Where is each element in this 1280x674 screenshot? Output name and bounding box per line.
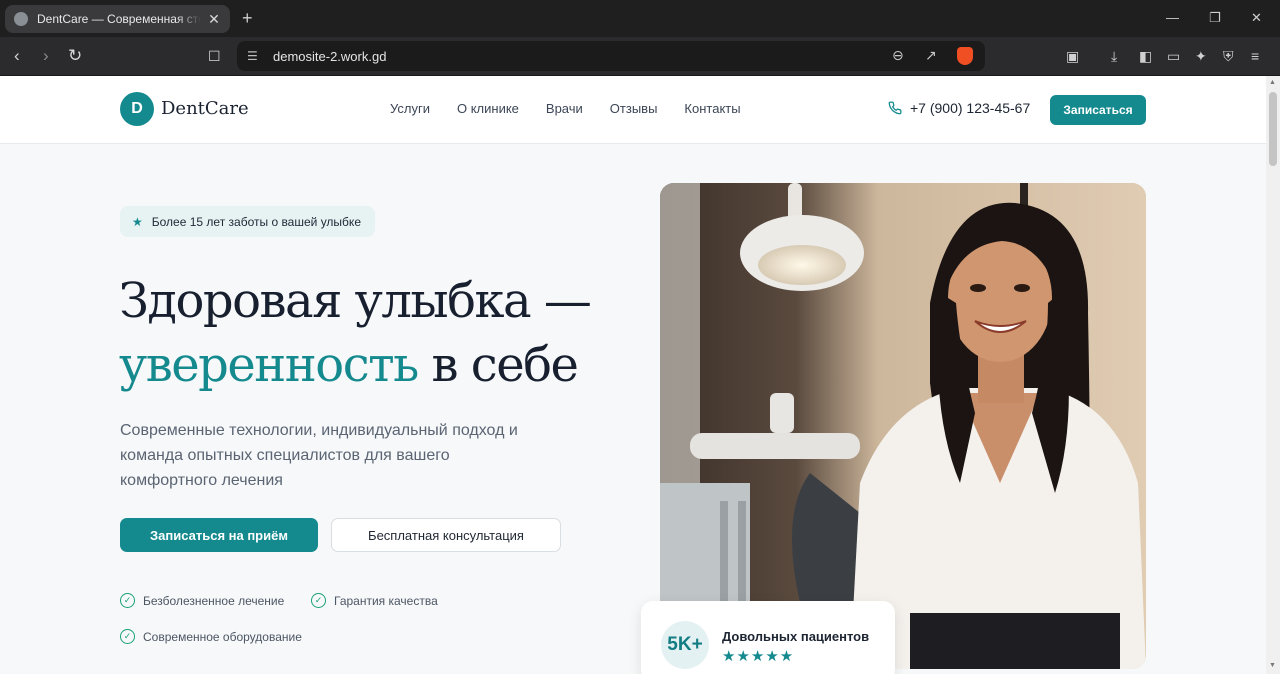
phone-icon: [888, 101, 902, 115]
logo-badge[interactable]: D: [120, 92, 154, 126]
leo-ai-icon[interactable]: ✦: [1195, 48, 1207, 64]
page-scrollbar[interactable]: ▲ ▼: [1266, 76, 1280, 674]
hero-title: Здоровая улыбка — уверенность в себе: [119, 269, 592, 397]
experience-badge-text: Более 15 лет заботы о вашей улыбке: [151, 214, 361, 229]
minimize-icon[interactable]: —: [1166, 10, 1179, 25]
globe-icon: [14, 12, 28, 26]
scroll-up-icon[interactable]: ▲: [1269, 79, 1276, 86]
share-icon[interactable]: ↗: [925, 47, 937, 64]
tab-title: DentCare — Современная стоматология: [37, 12, 201, 26]
zoom-icon[interactable]: ⊖: [892, 47, 904, 64]
star-icon: ★: [132, 214, 143, 229]
sidebar-icon[interactable]: ◧: [1139, 48, 1152, 64]
check-circle-icon: ✓: [311, 593, 326, 608]
phone-number: +7 (900) 123-45-67: [910, 100, 1031, 116]
feature-label: Безболезненное лечение: [143, 593, 285, 608]
hero-subtitle: Современные технологии, индивидуальный п…: [120, 422, 518, 489]
hero-title-rest: в себе: [417, 337, 579, 393]
patient-photo-illustration: [660, 183, 1146, 669]
nav-item-about[interactable]: О клинике: [457, 101, 519, 116]
check-circle-icon: ✓: [120, 593, 135, 608]
back-icon[interactable]: ‹: [14, 47, 20, 65]
experience-badge: ★ Более 15 лет заботы о вашей улыбке: [120, 206, 375, 237]
scroll-down-icon[interactable]: ▼: [1269, 662, 1276, 669]
menu-icon[interactable]: ≡: [1251, 48, 1259, 64]
tab-close-icon[interactable]: ✕: [207, 11, 221, 28]
new-tab-button[interactable]: +: [242, 8, 253, 28]
nav-item-contacts[interactable]: Контакты: [684, 101, 740, 116]
rating-stars-icon: ★★★★★: [722, 648, 795, 665]
feature-item: ✓ Гарантия качества: [311, 593, 438, 608]
patients-count: 5K+: [661, 621, 709, 669]
scroll-thumb[interactable]: [1269, 92, 1277, 166]
browser-toolbar: ‹ › ↻ ☐ ☰ demosite-2.work.gd ⊖ ↗ ▣ ⤓ ◧ ▭…: [0, 37, 1280, 76]
happy-patients-card: 5K+ Довольных пациентов ★★★★★: [641, 601, 895, 674]
browser-tab-bar: DentCare — Современная стоматология ✕ + …: [0, 0, 1280, 37]
phone-link[interactable]: +7 (900) 123-45-67: [888, 100, 1030, 116]
address-bar[interactable]: ☰ demosite-2.work.gd ⊖ ↗: [237, 41, 985, 71]
browser-tab[interactable]: DentCare — Современная стоматология ✕: [5, 5, 230, 33]
download-icon[interactable]: ⤓: [1111, 48, 1117, 64]
restore-icon[interactable]: ❐: [1209, 10, 1221, 26]
nav-item-services[interactable]: Услуги: [390, 101, 430, 116]
check-circle-icon: ✓: [120, 629, 135, 644]
nav-item-reviews[interactable]: Отзывы: [610, 101, 658, 116]
site-header: D DentCare Услуги О клинике Врачи Отзывы…: [0, 76, 1266, 144]
free-consultation-button[interactable]: Бесплатная консультация: [331, 518, 561, 552]
feature-label: Гарантия качества: [334, 593, 438, 608]
patients-label: Довольных пациентов: [722, 629, 870, 644]
hero-title-accent: уверенность: [119, 337, 419, 393]
book-appointment-button[interactable]: Записаться на приём: [120, 518, 318, 552]
reload-icon[interactable]: ↻: [68, 47, 82, 65]
window-close-icon[interactable]: ✕: [1251, 10, 1262, 26]
bookmark-icon[interactable]: ☐: [208, 47, 221, 65]
brave-shields-icon[interactable]: [957, 47, 973, 65]
web-page: D DentCare Услуги О клинике Врачи Отзывы…: [0, 76, 1266, 674]
feature-label: Современное оборудование: [143, 629, 302, 644]
url-text[interactable]: demosite-2.work.gd: [273, 49, 386, 64]
wallet-icon[interactable]: ▭: [1167, 48, 1180, 64]
hero-title-line1: Здоровая улыбка —: [119, 273, 592, 329]
book-button-header[interactable]: Записаться: [1050, 95, 1146, 125]
logo-text[interactable]: DentCare: [161, 98, 249, 119]
site-info-icon[interactable]: ☰: [247, 49, 258, 63]
reader-icon[interactable]: ▣: [1066, 48, 1079, 64]
feature-item: ✓ Безболезненное лечение: [120, 593, 284, 608]
vpn-shield-icon[interactable]: ⛨: [1223, 48, 1234, 64]
feature-item: ✓ Современное оборудование: [120, 629, 302, 644]
nav-item-doctors[interactable]: Врачи: [546, 101, 583, 116]
hero-photo-patient: [660, 183, 1146, 669]
forward-icon[interactable]: ›: [43, 47, 49, 65]
main-nav: Услуги О клинике Врачи Отзывы Контакты: [390, 101, 741, 116]
